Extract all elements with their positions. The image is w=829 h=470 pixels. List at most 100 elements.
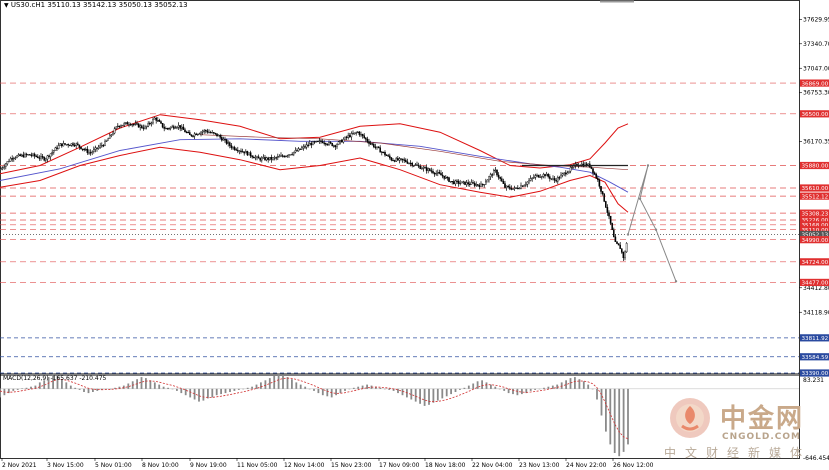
price-tick-label: 36753.30: [803, 90, 829, 97]
candle-body: [465, 182, 468, 185]
macd-bar: [339, 388, 342, 394]
candle-body: [80, 146, 82, 150]
candle-body: [403, 159, 406, 161]
candle-body: [525, 184, 527, 186]
candle-body: [424, 167, 426, 169]
candle-body: [553, 178, 556, 181]
candle-body: [168, 128, 170, 130]
candle-body: [390, 157, 393, 161]
macd-bar: [180, 388, 183, 394]
macd-bar: [463, 387, 466, 389]
candle-body: [126, 122, 129, 125]
macd-bar: [609, 388, 612, 445]
candle-body: [296, 150, 298, 152]
candle-body: [613, 229, 615, 238]
macd-bar: [529, 388, 532, 391]
candle-body: [19, 154, 22, 157]
candle-body: [422, 167, 425, 169]
candle-body: [566, 172, 569, 175]
candle-body: [563, 172, 565, 175]
candle-body: [377, 146, 380, 149]
candle-body: [366, 138, 369, 142]
candle-body: [62, 143, 65, 147]
candle-body: [54, 147, 57, 151]
candle-body: [99, 145, 101, 148]
macd-bar: [441, 388, 444, 399]
candle-body: [480, 183, 482, 187]
macd-bar: [171, 388, 174, 390]
candle-body: [224, 139, 226, 141]
candle-body: [89, 152, 92, 154]
candle-body: [416, 164, 418, 166]
macd-bar: [534, 388, 536, 390]
candle-body: [569, 167, 572, 172]
candle-body: [533, 177, 535, 179]
macd-bar: [233, 388, 236, 391]
candle-body: [35, 155, 37, 158]
candle-body: [220, 137, 223, 141]
candle-body: [437, 172, 439, 174]
candle-body: [325, 143, 327, 145]
candle-body: [568, 170, 570, 174]
candle-body: [408, 162, 410, 165]
macd-bar: [348, 388, 351, 390]
time-tick-label: 17 Nov 09:00: [379, 462, 420, 469]
candle-body: [369, 143, 372, 145]
candle-body: [285, 155, 287, 158]
candle-body: [504, 183, 506, 188]
time-tick-label: 15 Nov 23:00: [331, 462, 372, 469]
candle-body: [405, 159, 407, 162]
candle-body: [398, 158, 401, 161]
candle-body: [160, 121, 162, 124]
candle-body: [148, 123, 151, 125]
candle-body: [350, 133, 353, 138]
candle-body: [249, 152, 252, 157]
macd-bar: [251, 386, 253, 389]
candle-body: [321, 141, 324, 144]
candle-body: [275, 157, 278, 159]
candle-body: [240, 150, 242, 152]
macd-bar: [613, 388, 616, 453]
candle-body: [195, 133, 198, 135]
candle-body: [243, 151, 246, 154]
macd-bar: [295, 382, 298, 389]
candle-body: [491, 174, 494, 176]
candle-body: [96, 147, 98, 149]
macd-bar: [490, 384, 492, 389]
macd-bar: [264, 380, 267, 389]
candle-body: [358, 131, 361, 135]
candle-body: [86, 148, 89, 153]
macd-bar: [69, 385, 72, 389]
price-tick-label: 37047.00: [803, 65, 829, 72]
candle-body: [361, 133, 364, 136]
candle-body: [545, 173, 548, 177]
candle-body: [531, 177, 533, 179]
macd-bar: [158, 384, 161, 389]
macd-bar: [445, 388, 448, 397]
candle-body: [289, 154, 292, 156]
candle-body: [605, 201, 607, 208]
macd-bar: [198, 388, 200, 402]
candle-body: [363, 135, 366, 138]
dropdown-triangle-icon[interactable]: ▼: [4, 2, 9, 9]
candle-body: [478, 185, 481, 187]
candle-body: [100, 145, 103, 147]
macd-bar: [498, 388, 501, 390]
macd-bar: [74, 387, 77, 389]
candle-body: [477, 184, 479, 186]
candle-body: [307, 144, 310, 146]
macd-bar: [432, 388, 435, 403]
candle-body: [301, 147, 303, 150]
macd-bar: [428, 388, 430, 405]
projection-point: [638, 197, 642, 200]
candle-body: [445, 176, 447, 179]
candle-body: [454, 180, 457, 185]
candle-body: [592, 168, 594, 173]
level-tag-label: 36869.00: [802, 81, 829, 87]
candle-body: [449, 180, 452, 183]
macd-bar: [436, 388, 439, 401]
macd-bar: [507, 388, 510, 394]
candle-body: [299, 148, 302, 150]
macd-bar: [87, 388, 90, 394]
candle-body: [555, 180, 557, 182]
